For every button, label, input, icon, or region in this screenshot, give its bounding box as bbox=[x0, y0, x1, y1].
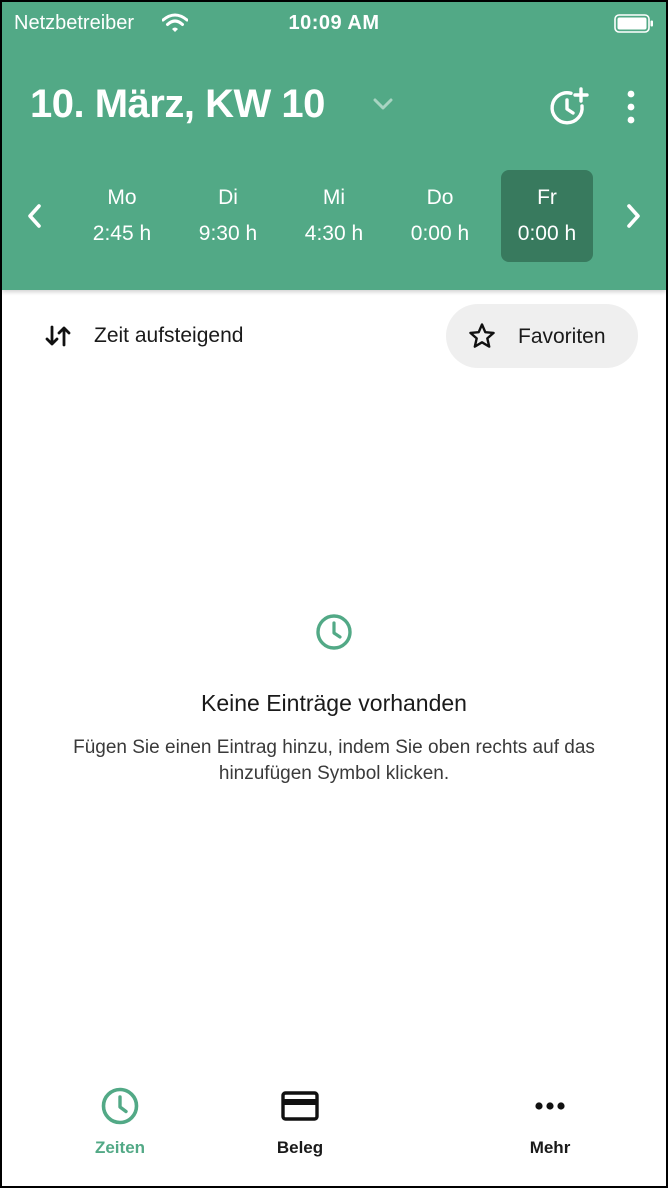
tab-beleg[interactable]: Beleg bbox=[230, 1080, 370, 1170]
status-time: 10:09 AM bbox=[288, 12, 380, 34]
day-thursday[interactable]: Do 0:00 h bbox=[394, 170, 486, 262]
day-name: Fr bbox=[537, 186, 557, 209]
battery-icon bbox=[614, 14, 653, 33]
day-name: Di bbox=[218, 186, 238, 209]
tab-label: Zeiten bbox=[94, 1138, 146, 1157]
day-friday[interactable]: Fr 0:00 h bbox=[501, 170, 593, 262]
day-hours: 4:30 h bbox=[304, 222, 364, 245]
app-header: Netzbetreiber 10:09 AM 10. März, KW 10 M… bbox=[2, 2, 666, 290]
day-name: Mi bbox=[322, 186, 346, 209]
tab-zeiten[interactable]: Zeiten bbox=[50, 1080, 190, 1170]
sort-icon[interactable] bbox=[44, 324, 72, 348]
star-icon bbox=[469, 323, 495, 348]
more-vertical-icon[interactable] bbox=[620, 88, 642, 126]
clock-plus-icon[interactable] bbox=[546, 86, 590, 128]
day-wednesday[interactable]: Mi 4:30 h bbox=[288, 170, 380, 262]
status-bar: Netzbetreiber 10:09 AM bbox=[2, 2, 666, 46]
favorites-label: Favoriten bbox=[518, 325, 606, 348]
tab-bar: Zeiten Beleg Mehr bbox=[2, 1080, 666, 1186]
clock-icon bbox=[101, 1087, 139, 1125]
day-hours: 2:45 h bbox=[92, 222, 152, 245]
day-hours: 9:30 h bbox=[198, 222, 258, 245]
favorites-button[interactable]: Favoriten bbox=[446, 304, 638, 368]
day-name: Do bbox=[426, 186, 454, 209]
day-hours: 0:00 h bbox=[517, 222, 577, 245]
chevron-left-icon[interactable] bbox=[22, 200, 48, 232]
chevron-down-icon[interactable] bbox=[372, 96, 394, 112]
list-toolbar: Zeit aufsteigend Favoriten bbox=[2, 302, 666, 372]
tab-label: Mehr bbox=[529, 1138, 571, 1157]
tab-label: Beleg bbox=[276, 1138, 324, 1157]
day-monday[interactable]: Mo 2:45 h bbox=[76, 170, 168, 262]
tab-mehr[interactable]: Mehr bbox=[480, 1080, 620, 1170]
chevron-right-icon[interactable] bbox=[620, 200, 646, 232]
page-title[interactable]: 10. März, KW 10 bbox=[30, 82, 325, 127]
more-horizontal-icon bbox=[535, 1102, 565, 1110]
app-screen: Netzbetreiber 10:09 AM 10. März, KW 10 M… bbox=[2, 2, 666, 1186]
clock-icon bbox=[316, 614, 352, 650]
credit-card-icon bbox=[281, 1091, 319, 1121]
day-hours: 0:00 h bbox=[410, 222, 470, 245]
day-name: Mo bbox=[107, 186, 137, 209]
day-tuesday[interactable]: Di 9:30 h bbox=[182, 170, 274, 262]
empty-state-title: Keine Einträge vorhanden bbox=[201, 690, 467, 716]
sort-button[interactable]: Zeit aufsteigend bbox=[94, 324, 243, 348]
empty-state-text: Fügen Sie einen Eintrag hinzu, indem Sie… bbox=[73, 737, 595, 784]
